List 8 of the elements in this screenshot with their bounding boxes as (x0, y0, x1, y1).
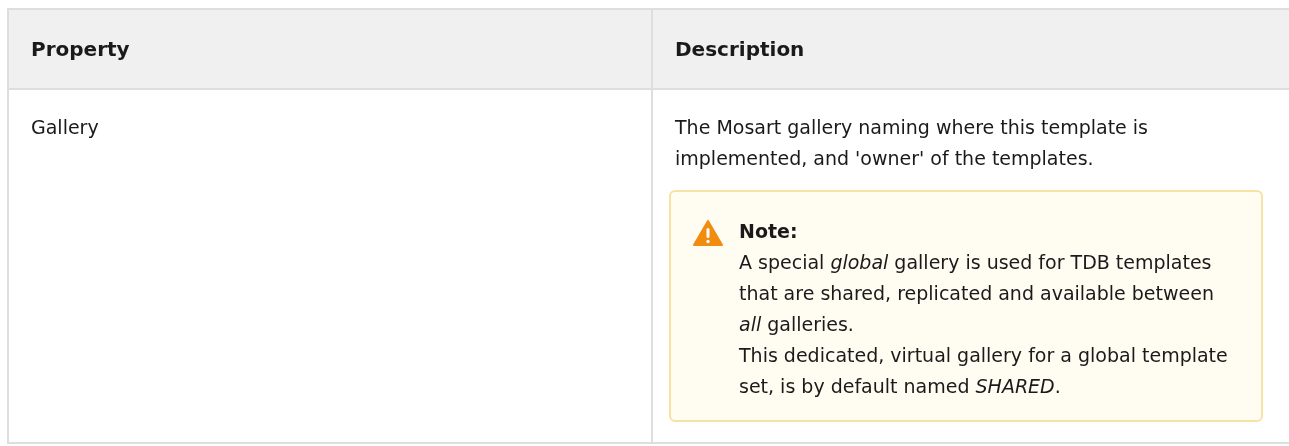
warning-icon (693, 220, 723, 246)
note-text: A special global gallery is used for TDB templates that are shared, replicated and available between all galleries. (739, 250, 1215, 337)
note-text: This dedicated, virtual gallery for a global template set, is by default named SHARED. (739, 343, 1229, 399)
description-text: The Mosart gallery naming where this template is implemented, and 'owner' of the templates. (675, 115, 1149, 171)
note-title: Note: (739, 219, 799, 244)
table-cell: Gallery (8, 89, 652, 443)
column-header: Property (8, 9, 652, 89)
column-header: Description (652, 9, 1289, 89)
